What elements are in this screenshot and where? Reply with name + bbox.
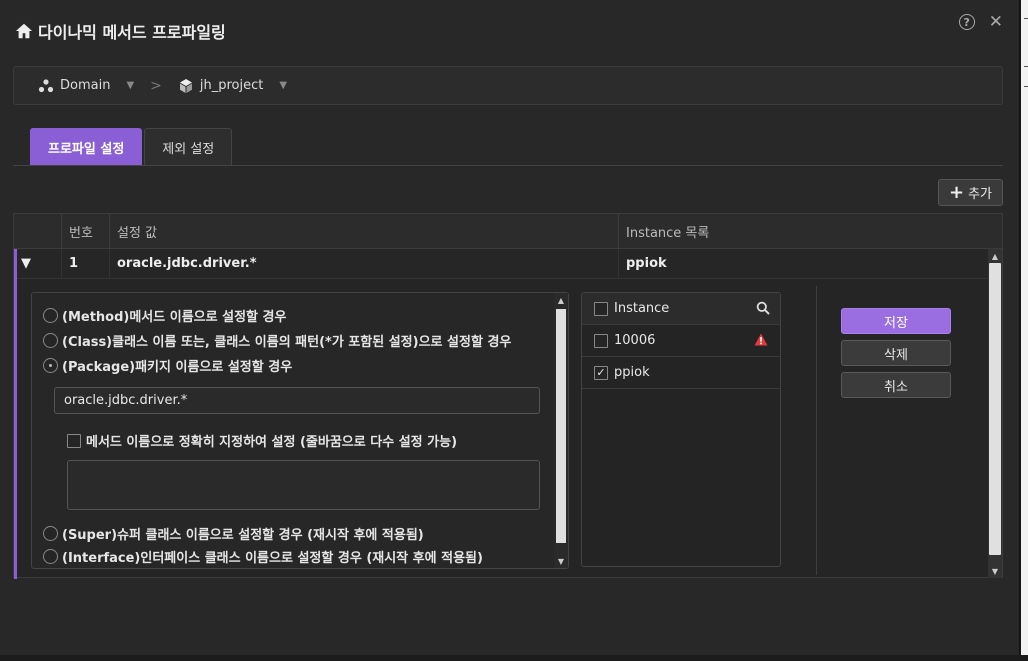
- scroll-up-icon[interactable]: ▲: [988, 249, 1002, 263]
- column-header-number: 번호: [61, 214, 109, 248]
- table-header: 번호 설정 값 Instance 목록: [14, 214, 1002, 249]
- search-icon[interactable]: [756, 301, 770, 315]
- instance-checkbox[interactable]: [594, 333, 608, 348]
- method-exact-checkbox-label: 메서드 이름으로 정확히 지정하여 설정 (줄바꿈으로 다수 설정 가능): [86, 435, 458, 450]
- dialog-title-text: 다이나믹 메서드 프로파일링: [38, 23, 226, 42]
- profiling-dialog: 다이나믹 메서드 프로파일링 ? ✕ Domain ▼ > jh_project…: [0, 0, 1020, 655]
- close-icon[interactable]: ✕: [989, 14, 1003, 31]
- tab-divider: [13, 165, 1003, 166]
- radio-interface[interactable]: [43, 549, 58, 564]
- options-scrollbar[interactable]: ▲ ▼: [554, 293, 568, 568]
- option-class[interactable]: (Class)클래스 이름 또는, 클래스 이름의 패턴(*가 포함된 설정)으…: [43, 331, 511, 350]
- instance-name: 10006: [614, 333, 656, 348]
- domain-icon: [38, 78, 54, 92]
- column-header-value: 설정 값: [109, 214, 618, 248]
- plus-icon: +: [948, 181, 965, 203]
- actions-divider: [816, 286, 817, 575]
- option-super[interactable]: (Super)슈퍼 클래스 이름으로 설정할 경우 (재시작 후에 적용됨): [43, 524, 424, 543]
- help-icon[interactable]: ?: [958, 14, 975, 30]
- option-package-label: (Package)패키지 이름으로 설정할 경우: [62, 360, 293, 375]
- instance-list-header: Instance: [582, 293, 780, 325]
- breadcrumb-project-label: jh_project: [199, 78, 264, 93]
- breadcrumb-project[interactable]: jh_project ▼: [178, 78, 287, 94]
- table-row[interactable]: ▼ 1 oracle.jdbc.driver.* ppiok: [14, 249, 988, 279]
- chevron-down-icon[interactable]: ▼: [279, 80, 287, 91]
- option-interface[interactable]: (Interface)인터페이스 클래스 이름으로 설정할 경우 (재시작 후에…: [43, 547, 483, 566]
- instance-header-label: Instance: [614, 301, 670, 316]
- instance-checkbox[interactable]: ✓: [594, 365, 608, 380]
- radio-class[interactable]: [43, 333, 58, 348]
- method-names-textarea[interactable]: [67, 460, 540, 510]
- instance-list-panel: Instance 10006 ✓ ppiok: [581, 292, 781, 567]
- row-instances: ppiok: [618, 249, 988, 278]
- option-method-label: (Method)메서드 이름으로 설정할 경우: [62, 310, 287, 325]
- column-header-expand: [14, 214, 61, 248]
- method-exact-checkbox-box[interactable]: [67, 433, 81, 448]
- tab-bar: 프로파일 설정 제외 설정: [30, 128, 233, 166]
- instance-name: ppiok: [614, 365, 650, 380]
- delete-button[interactable]: 삭제: [841, 340, 951, 366]
- edge-mark: [1024, 18, 1028, 19]
- edge-mark: [1024, 66, 1028, 67]
- scroll-down-icon[interactable]: ▼: [988, 564, 1002, 578]
- breadcrumb: Domain ▼ > jh_project ▼: [13, 66, 1003, 105]
- caret-down-icon: ▼: [21, 256, 31, 271]
- method-exact-checkbox[interactable]: 메서드 이름으로 정확히 지정하여 설정 (줄바꿈으로 다수 설정 가능): [67, 431, 457, 450]
- radio-method[interactable]: [43, 308, 58, 323]
- scroll-up-icon[interactable]: ▲: [554, 293, 568, 307]
- scroll-down-icon[interactable]: ▼: [554, 554, 568, 568]
- warning-icon: [754, 333, 768, 346]
- option-method[interactable]: (Method)메서드 이름으로 설정할 경우: [43, 306, 286, 325]
- chevron-down-icon[interactable]: ▼: [126, 80, 134, 91]
- add-button-label: 추가: [968, 187, 992, 202]
- row-expand-toggle[interactable]: ▼: [14, 249, 61, 278]
- radio-package[interactable]: [43, 358, 58, 373]
- table-scrollbar[interactable]: ▲ ▼: [988, 249, 1002, 578]
- breadcrumb-domain-label: Domain: [60, 78, 111, 93]
- home-icon: [15, 23, 33, 39]
- cube-icon: [179, 78, 192, 93]
- add-button[interactable]: + 추가: [938, 179, 1003, 206]
- cancel-button[interactable]: 취소: [841, 372, 951, 398]
- option-super-label: (Super)슈퍼 클래스 이름으로 설정할 경우 (재시작 후에 적용됨): [62, 528, 424, 543]
- breadcrumb-domain[interactable]: Domain ▼: [38, 78, 134, 94]
- background-window-edge: [1021, 0, 1028, 661]
- tab-exclude-settings[interactable]: 제외 설정: [144, 128, 233, 166]
- option-package[interactable]: (Package)패키지 이름으로 설정할 경우: [43, 356, 292, 375]
- select-all-checkbox[interactable]: [594, 301, 608, 316]
- row-value: oracle.jdbc.driver.*: [109, 249, 618, 278]
- option-class-label: (Class)클래스 이름 또는, 클래스 이름의 패턴(*가 포함된 설정)으…: [62, 335, 512, 350]
- dialog-title: 다이나믹 메서드 프로파일링: [15, 19, 226, 43]
- tab-profile-settings[interactable]: 프로파일 설정: [30, 128, 143, 166]
- radio-super[interactable]: [43, 526, 58, 541]
- detail-accent-bar: [14, 249, 17, 579]
- instance-item[interactable]: 10006: [582, 325, 780, 357]
- background-window-bottom: [0, 655, 1028, 661]
- window-controls: ? ✕: [958, 14, 1003, 31]
- scrollbar-thumb[interactable]: [556, 309, 566, 543]
- column-header-instances: Instance 목록: [618, 214, 1002, 248]
- edge-mark: [1024, 86, 1028, 87]
- row-number: 1: [61, 249, 109, 278]
- option-interface-label: (Interface)인터페이스 클래스 이름으로 설정할 경우 (재시작 후에…: [62, 551, 483, 566]
- scrollbar-thumb[interactable]: [989, 263, 1001, 555]
- package-input[interactable]: oracle.jdbc.driver.*: [54, 387, 540, 414]
- options-panel: (Method)메서드 이름으로 설정할 경우 (Class)클래스 이름 또는…: [31, 292, 569, 569]
- breadcrumb-separator: >: [150, 77, 162, 94]
- instance-item[interactable]: ✓ ppiok: [582, 357, 780, 389]
- save-button[interactable]: 저장: [841, 308, 951, 334]
